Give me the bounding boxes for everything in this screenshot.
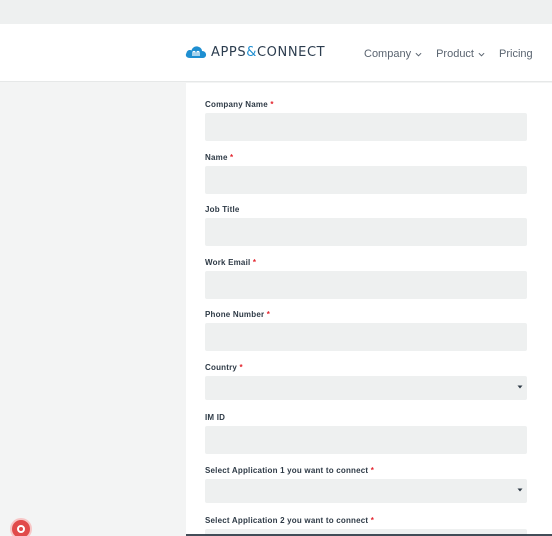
job-title-input[interactable] <box>205 218 527 246</box>
label-phone-number: Phone Number * <box>205 310 271 319</box>
country-select[interactable] <box>205 376 527 400</box>
main-nav: Company Product Pricing <box>364 48 533 60</box>
label-job-title: Job Title <box>205 205 240 214</box>
label-application-1: Select Application 1 you want to connect… <box>205 466 375 475</box>
phone-number-input[interactable] <box>205 323 527 351</box>
label-name: Name * <box>205 153 234 162</box>
label-work-email: Work Email * <box>205 258 257 267</box>
site-header: APPS&CONNECT Company Product Pricing <box>0 24 552 82</box>
brand-logo[interactable]: APPS&CONNECT <box>185 42 325 62</box>
chat-bubble-icon[interactable] <box>10 518 32 536</box>
label-application-2: Select Application 2 you want to connect… <box>205 516 375 525</box>
label-im-id: IM ID <box>205 413 226 422</box>
caret-down-icon <box>517 385 523 389</box>
company-name-input[interactable] <box>205 113 527 141</box>
application-1-select[interactable] <box>205 479 527 503</box>
chat-ring-icon <box>17 525 25 533</box>
chevron-down-icon <box>478 52 485 57</box>
contact-form: Company Name * Name * Job Title Work Ema… <box>186 83 552 536</box>
caret-down-icon <box>517 488 523 492</box>
nav-pricing[interactable]: Pricing <box>499 48 533 60</box>
cloud-logo-icon <box>185 46 207 58</box>
label-company-name: Company Name * <box>205 100 274 109</box>
im-id-input[interactable] <box>205 426 527 454</box>
left-blank-pane <box>0 83 186 536</box>
name-input[interactable] <box>205 166 527 194</box>
work-email-input[interactable] <box>205 271 527 299</box>
browser-top-strip <box>0 0 552 24</box>
nav-company[interactable]: Company <box>364 48 422 60</box>
label-country: Country * <box>205 363 243 372</box>
nav-product[interactable]: Product <box>436 48 485 60</box>
brand-name: APPS&CONNECT <box>211 44 326 60</box>
chevron-down-icon <box>415 52 422 57</box>
